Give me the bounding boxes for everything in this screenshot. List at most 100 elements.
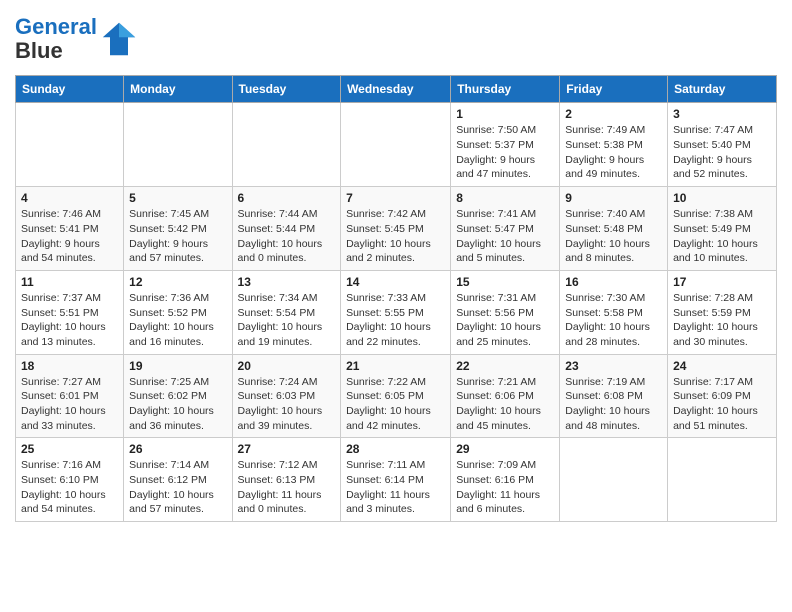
day-number: 1 — [456, 107, 554, 121]
calendar-cell — [668, 438, 777, 522]
calendar-cell: 23 Sunrise: 7:19 AMSunset: 6:08 PMDayligh… — [560, 354, 668, 438]
calendar-cell: 5 Sunrise: 7:45 AMSunset: 5:42 PMDaylight… — [124, 187, 232, 271]
day-number: 19 — [129, 359, 226, 373]
column-header-thursday: Thursday — [451, 76, 560, 103]
calendar-cell: 25 Sunrise: 7:16 AMSunset: 6:10 PMDayligh… — [16, 438, 124, 522]
calendar-cell: 21 Sunrise: 7:22 AMSunset: 6:05 PMDayligh… — [341, 354, 451, 438]
calendar-cell: 4 Sunrise: 7:46 AMSunset: 5:41 PMDaylight… — [16, 187, 124, 271]
day-info: Sunrise: 7:38 AMSunset: 5:49 PMDaylight:… — [673, 207, 771, 266]
column-header-tuesday: Tuesday — [232, 76, 341, 103]
calendar-week-row: 25 Sunrise: 7:16 AMSunset: 6:10 PMDayligh… — [16, 438, 777, 522]
day-number: 3 — [673, 107, 771, 121]
day-info: Sunrise: 7:22 AMSunset: 6:05 PMDaylight:… — [346, 375, 445, 434]
day-number: 29 — [456, 442, 554, 456]
day-number: 20 — [238, 359, 336, 373]
day-number: 5 — [129, 191, 226, 205]
day-number: 22 — [456, 359, 554, 373]
day-info: Sunrise: 7:17 AMSunset: 6:09 PMDaylight:… — [673, 375, 771, 434]
calendar-cell: 8Sunrise: 7:41 AMSunset: 5:47 PMDaylight… — [451, 187, 560, 271]
page-header: GeneralBlue — [15, 15, 777, 63]
day-info: Sunrise: 7:33 AMSunset: 5:55 PMDaylight:… — [346, 291, 445, 350]
day-info: Sunrise: 7:12 AMSunset: 6:13 PMDaylight:… — [238, 458, 336, 517]
day-info: Sunrise: 7:49 AMSunset: 5:38 PMDaylight:… — [565, 123, 662, 182]
day-info: Sunrise: 7:46 AMSunset: 5:41 PMDaylight:… — [21, 207, 118, 266]
day-info: Sunrise: 7:19 AMSunset: 6:08 PMDaylight:… — [565, 375, 662, 434]
column-header-sunday: Sunday — [16, 76, 124, 103]
calendar-body: 1 Sunrise: 7:50 AMSunset: 5:37 PMDaylight… — [16, 103, 777, 522]
day-number: 18 — [21, 359, 118, 373]
calendar-week-row: 18 Sunrise: 7:27 AMSunset: 6:01 PMDayligh… — [16, 354, 777, 438]
day-number: 7 — [346, 191, 445, 205]
day-info: Sunrise: 7:27 AMSunset: 6:01 PMDaylight:… — [21, 375, 118, 434]
column-header-friday: Friday — [560, 76, 668, 103]
calendar-week-row: 4 Sunrise: 7:46 AMSunset: 5:41 PMDaylight… — [16, 187, 777, 271]
day-number: 27 — [238, 442, 336, 456]
day-info: Sunrise: 7:50 AMSunset: 5:37 PMDaylight:… — [456, 123, 554, 182]
day-info: Sunrise: 7:44 AMSunset: 5:44 PMDaylight:… — [238, 207, 336, 266]
calendar-cell: 2 Sunrise: 7:49 AMSunset: 5:38 PMDaylight… — [560, 103, 668, 187]
day-number: 21 — [346, 359, 445, 373]
logo-icon — [101, 21, 137, 57]
column-header-saturday: Saturday — [668, 76, 777, 103]
calendar-cell: 15 Sunrise: 7:31 AMSunset: 5:56 PMDayligh… — [451, 270, 560, 354]
day-info: Sunrise: 7:30 AMSunset: 5:58 PMDaylight:… — [565, 291, 662, 350]
calendar-cell: 20 Sunrise: 7:24 AMSunset: 6:03 PMDayligh… — [232, 354, 341, 438]
day-info: Sunrise: 7:14 AMSunset: 6:12 PMDaylight:… — [129, 458, 226, 517]
day-info: Sunrise: 7:34 AMSunset: 5:54 PMDaylight:… — [238, 291, 336, 350]
day-number: 10 — [673, 191, 771, 205]
day-number: 24 — [673, 359, 771, 373]
calendar-table: SundayMondayTuesdayWednesdayThursdayFrid… — [15, 75, 777, 522]
day-number: 2 — [565, 107, 662, 121]
calendar-cell: 3 Sunrise: 7:47 AMSunset: 5:40 PMDaylight… — [668, 103, 777, 187]
calendar-cell: 24 Sunrise: 7:17 AMSunset: 6:09 PMDayligh… — [668, 354, 777, 438]
logo: GeneralBlue — [15, 15, 137, 63]
day-info: Sunrise: 7:42 AMSunset: 5:45 PMDaylight:… — [346, 207, 445, 266]
calendar-cell — [341, 103, 451, 187]
day-info: Sunrise: 7:24 AMSunset: 6:03 PMDaylight:… — [238, 375, 336, 434]
day-info: Sunrise: 7:47 AMSunset: 5:40 PMDaylight:… — [673, 123, 771, 182]
logo-text: GeneralBlue — [15, 15, 97, 63]
calendar-cell: 26Sunrise: 7:14 AMSunset: 6:12 PMDayligh… — [124, 438, 232, 522]
calendar-cell — [124, 103, 232, 187]
day-info: Sunrise: 7:40 AMSunset: 5:48 PMDaylight:… — [565, 207, 662, 266]
day-info: Sunrise: 7:31 AMSunset: 5:56 PMDaylight:… — [456, 291, 554, 350]
day-info: Sunrise: 7:36 AMSunset: 5:52 PMDaylight:… — [129, 291, 226, 350]
calendar-cell: 9 Sunrise: 7:40 AMSunset: 5:48 PMDaylight… — [560, 187, 668, 271]
calendar-cell: 13 Sunrise: 7:34 AMSunset: 5:54 PMDayligh… — [232, 270, 341, 354]
day-info: Sunrise: 7:41 AMSunset: 5:47 PMDaylight:… — [456, 207, 554, 266]
day-info: Sunrise: 7:25 AMSunset: 6:02 PMDaylight:… — [129, 375, 226, 434]
day-number: 12 — [129, 275, 226, 289]
calendar-cell: 22Sunrise: 7:21 AMSunset: 6:06 PMDayligh… — [451, 354, 560, 438]
day-number: 23 — [565, 359, 662, 373]
calendar-cell: 14Sunrise: 7:33 AMSunset: 5:55 PMDayligh… — [341, 270, 451, 354]
calendar-cell: 10 Sunrise: 7:38 AMSunset: 5:49 PMDayligh… — [668, 187, 777, 271]
calendar-week-row: 1 Sunrise: 7:50 AMSunset: 5:37 PMDaylight… — [16, 103, 777, 187]
calendar-cell — [16, 103, 124, 187]
calendar-cell: 16 Sunrise: 7:30 AMSunset: 5:58 PMDayligh… — [560, 270, 668, 354]
day-number: 9 — [565, 191, 662, 205]
calendar-cell: 17Sunrise: 7:28 AMSunset: 5:59 PMDayligh… — [668, 270, 777, 354]
calendar-cell: 1 Sunrise: 7:50 AMSunset: 5:37 PMDaylight… — [451, 103, 560, 187]
calendar-header-row: SundayMondayTuesdayWednesdayThursdayFrid… — [16, 76, 777, 103]
day-info: Sunrise: 7:09 AMSunset: 6:16 PMDaylight:… — [456, 458, 554, 517]
day-number: 15 — [456, 275, 554, 289]
calendar-cell: 29 Sunrise: 7:09 AMSunset: 6:16 PMDayligh… — [451, 438, 560, 522]
day-number: 16 — [565, 275, 662, 289]
day-number: 11 — [21, 275, 118, 289]
day-number: 6 — [238, 191, 336, 205]
calendar-cell: 11Sunrise: 7:37 AMSunset: 5:51 PMDayligh… — [16, 270, 124, 354]
day-number: 13 — [238, 275, 336, 289]
column-header-monday: Monday — [124, 76, 232, 103]
calendar-cell: 7 Sunrise: 7:42 AMSunset: 5:45 PMDaylight… — [341, 187, 451, 271]
calendar-cell: 27 Sunrise: 7:12 AMSunset: 6:13 PMDayligh… — [232, 438, 341, 522]
calendar-week-row: 11Sunrise: 7:37 AMSunset: 5:51 PMDayligh… — [16, 270, 777, 354]
day-info: Sunrise: 7:45 AMSunset: 5:42 PMDaylight:… — [129, 207, 226, 266]
day-number: 25 — [21, 442, 118, 456]
calendar-cell: 12 Sunrise: 7:36 AMSunset: 5:52 PMDayligh… — [124, 270, 232, 354]
day-info: Sunrise: 7:11 AMSunset: 6:14 PMDaylight:… — [346, 458, 445, 517]
day-info: Sunrise: 7:16 AMSunset: 6:10 PMDaylight:… — [21, 458, 118, 517]
day-number: 4 — [21, 191, 118, 205]
day-number: 28 — [346, 442, 445, 456]
calendar-cell: 19 Sunrise: 7:25 AMSunset: 6:02 PMDayligh… — [124, 354, 232, 438]
calendar-cell: 18 Sunrise: 7:27 AMSunset: 6:01 PMDayligh… — [16, 354, 124, 438]
